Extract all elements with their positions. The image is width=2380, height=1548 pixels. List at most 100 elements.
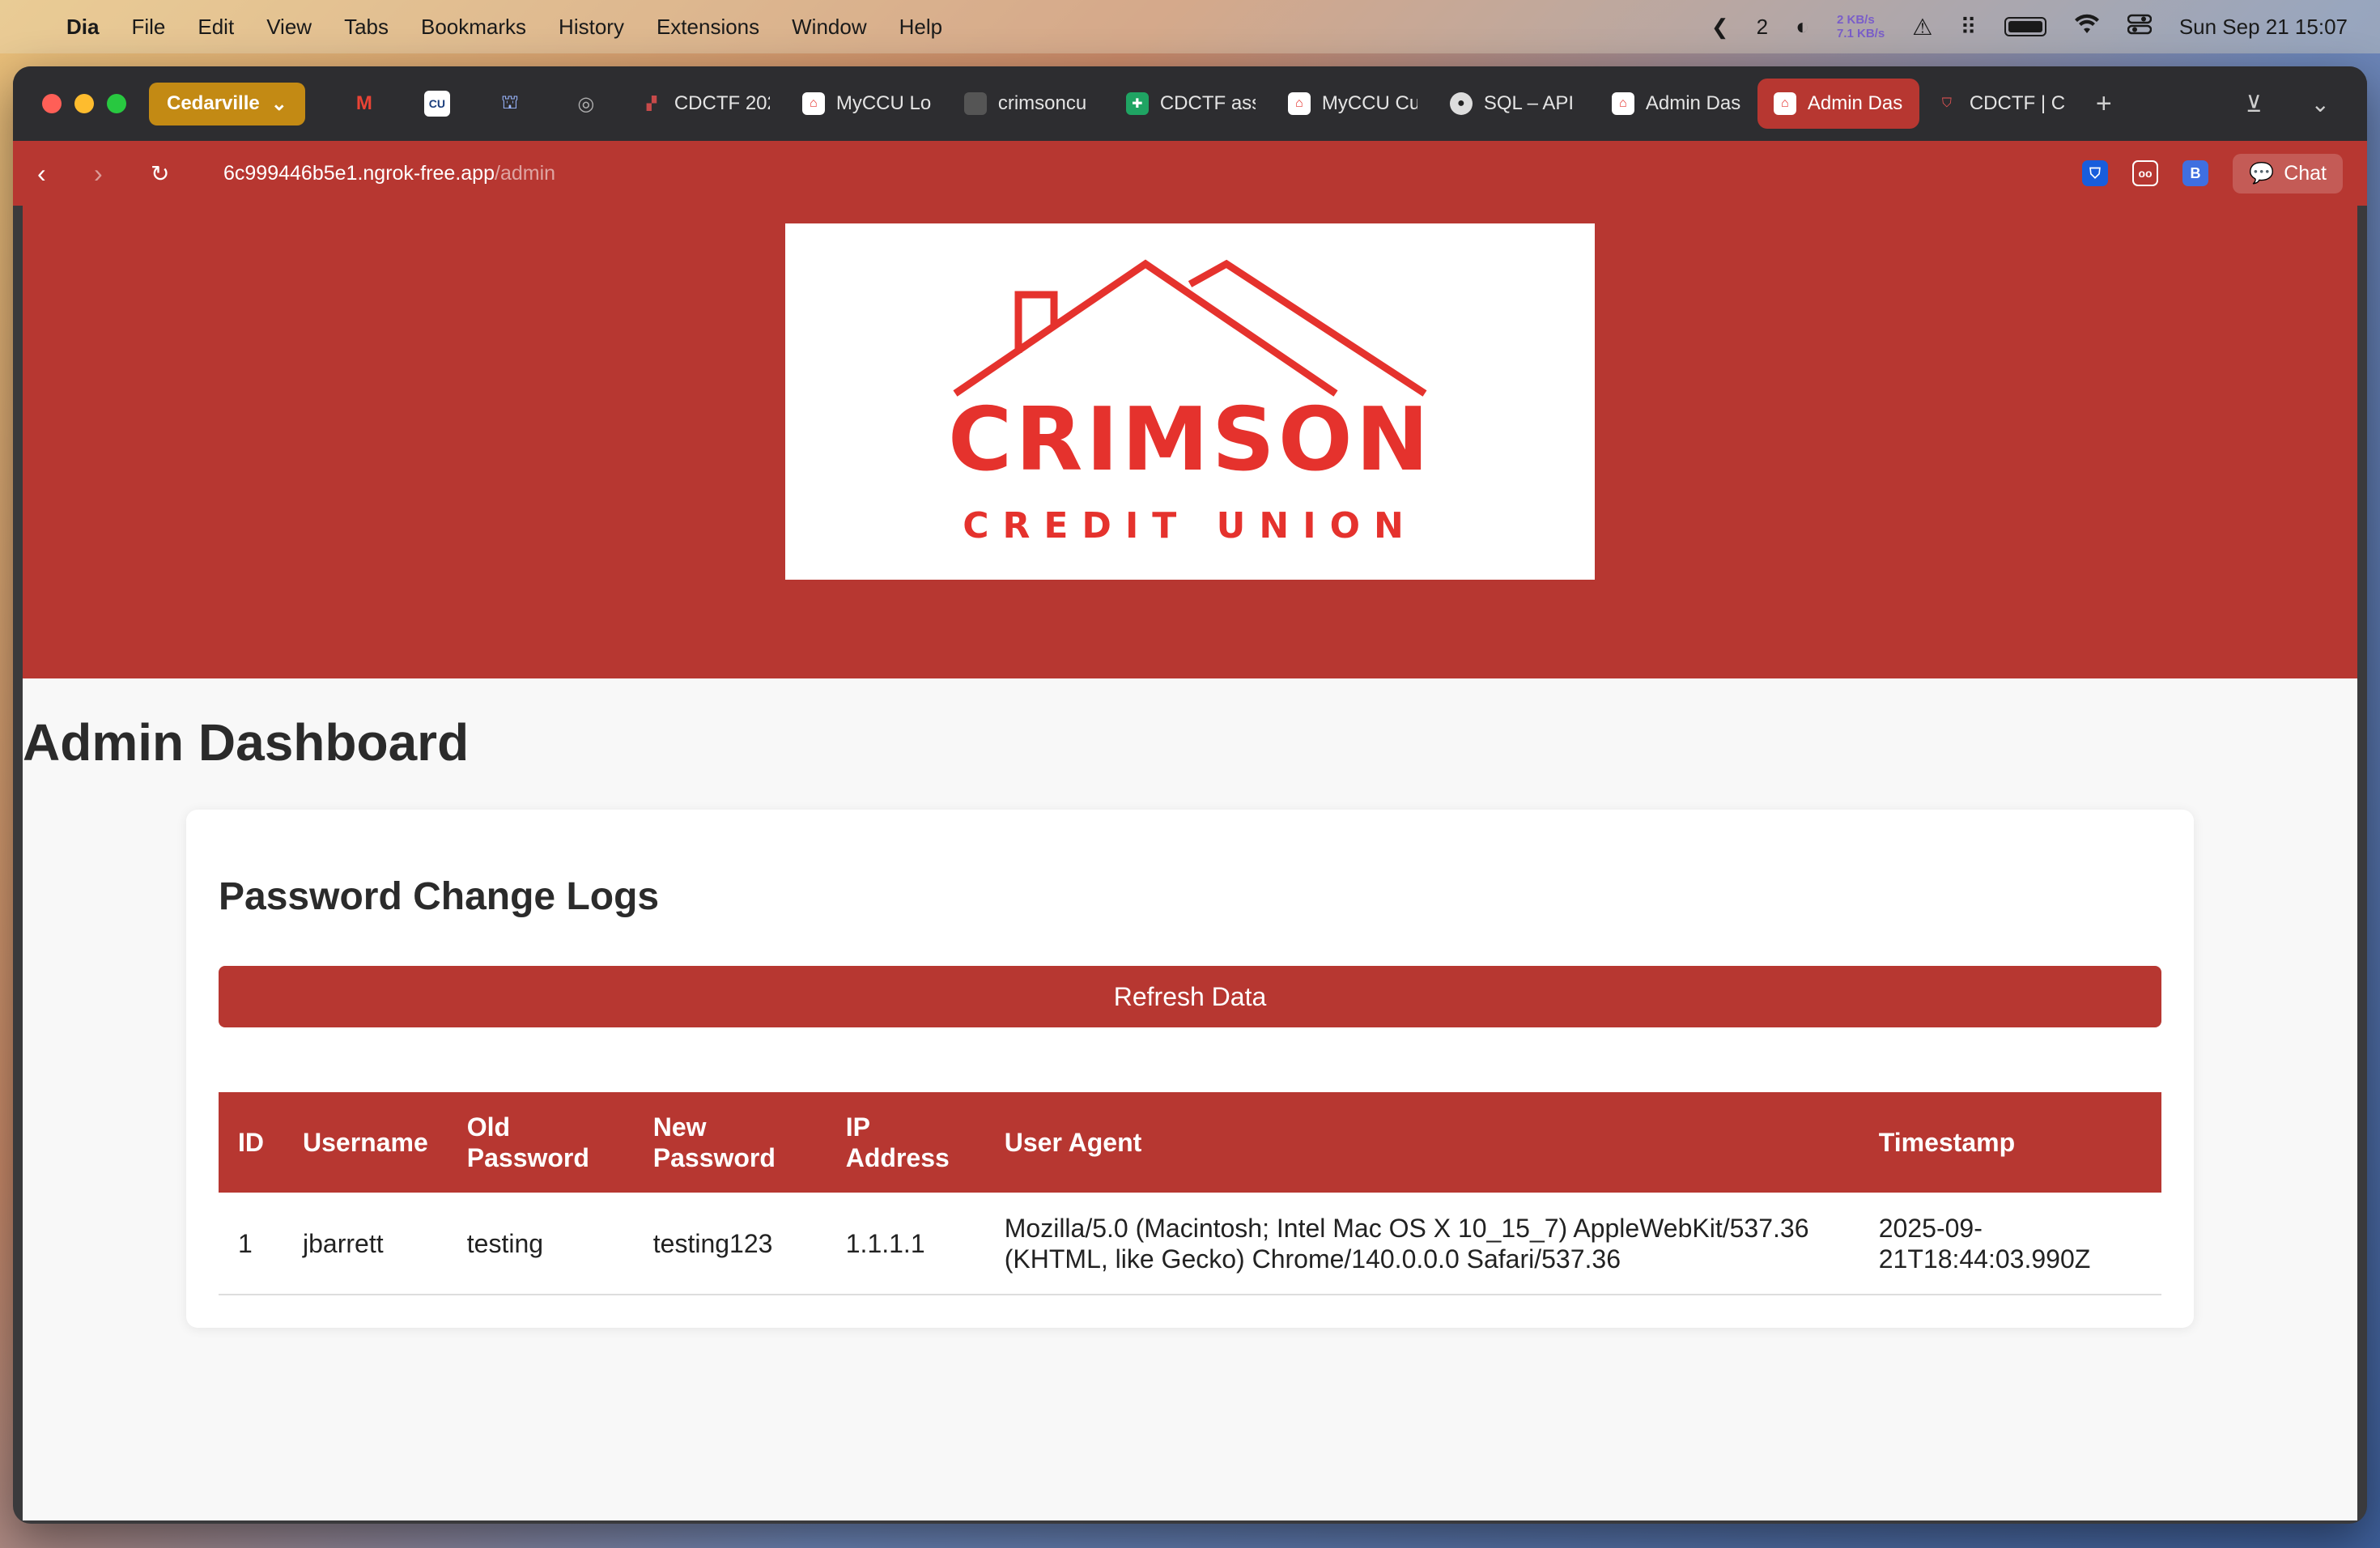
menu-tabs[interactable]: Tabs — [344, 15, 389, 40]
reader-glasses-icon[interactable]: oo — [2132, 160, 2159, 186]
menu-history[interactable]: History — [559, 15, 624, 40]
tab-title: CDCTF assets — [1159, 92, 1256, 114]
close-window-button[interactable] — [42, 94, 62, 113]
tab-title: SQL – API — [1483, 92, 1575, 114]
cell-ip-address: 1.1.1.1 — [826, 1193, 985, 1295]
forward-button[interactable]: › — [94, 159, 126, 189]
menu-extensions[interactable]: Extensions — [657, 15, 759, 40]
macos-menubar: Dia File Edit View Tabs Bookmarks Histor… — [0, 0, 2380, 53]
page-icon — [963, 92, 987, 115]
house-roof-icon — [953, 259, 1427, 397]
cell-id: 1 — [219, 1193, 283, 1295]
menu-file[interactable]: File — [131, 15, 165, 40]
hero-banner: CRIMSON CREDIT UNION — [23, 206, 2357, 678]
tab-overflow-chevron-icon[interactable]: ⌄ — [2311, 91, 2330, 117]
tab-crimsoncu[interactable]: crimsoncu — [948, 79, 1110, 129]
tab-bar: Cedarville ⌄ M CU ⛫ ◎ ▞ CDCTF 2025 ⌂ MyC… — [13, 66, 2367, 141]
gmail-icon[interactable]: M — [348, 87, 380, 120]
warning-icon[interactable]: ⚠ — [1912, 14, 1932, 40]
tab-cdctf-ctf[interactable]: ⛉ CDCTF | CTF — [1919, 79, 2081, 129]
tab-admin-dashboard[interactable]: ⌂ Admin Dashboard — [1596, 79, 1757, 129]
download-icon[interactable]: ⊻ — [2246, 91, 2263, 117]
password-logs-table: ID Username Old Password New Password IP… — [219, 1092, 2161, 1295]
contrast-icon[interactable]: ◐ — [1796, 14, 1809, 40]
status-chevron-icon[interactable]: ❮ — [1711, 15, 1729, 40]
crimson-icon: ⌂ — [1611, 92, 1634, 115]
chat-label: Chat — [2284, 161, 2327, 185]
tab-myccu-customers[interactable]: ⌂ MyCCU Customers — [1272, 79, 1434, 129]
cell-old-password: testing — [447, 1193, 634, 1295]
url-path: /admin — [495, 161, 556, 185]
tab-cdctf[interactable]: ▞ CDCTF 2025 — [624, 79, 786, 129]
cell-timestamp: 2025-09-21T18:44:03.990Z — [1859, 1193, 2161, 1295]
table-row[interactable]: 1 jbarrett testing testing123 1.1.1.1 Mo… — [219, 1193, 2161, 1295]
building-icon[interactable]: ⛫ — [494, 87, 526, 120]
wifi-icon[interactable] — [2074, 14, 2100, 40]
minimize-window-button[interactable] — [74, 94, 94, 113]
col-header-id[interactable]: ID — [219, 1092, 283, 1193]
url-host: 6c999446b5e1.ngrok-free.app — [223, 161, 495, 185]
tab-title: Admin Dashboard — [1645, 92, 1741, 114]
table-header-row: ID Username Old Password New Password IP… — [219, 1092, 2161, 1193]
cell-new-password: testing123 — [633, 1193, 827, 1295]
menu-edit[interactable]: Edit — [198, 15, 234, 40]
col-header-timestamp[interactable]: Timestamp — [1859, 1092, 2161, 1193]
logo-wordmark: CRIMSON — [947, 389, 1433, 491]
page-viewport: CRIMSON CREDIT UNION Admin Dashboard Pas… — [23, 206, 2357, 1520]
shield-icon: ⛉ — [1941, 96, 1952, 110]
col-header-user-agent[interactable]: User Agent — [985, 1092, 1859, 1193]
chat-bubble-icon: 💬 — [2249, 161, 2275, 185]
tab-title: CDCTF | CTF — [1969, 92, 2065, 114]
refresh-data-button[interactable]: Refresh Data — [219, 966, 2161, 1027]
menu-app-dia[interactable]: Dia — [66, 15, 99, 40]
sql-icon: ● — [1449, 92, 1473, 115]
crimson-logo[interactable]: CRIMSON CREDIT UNION — [785, 223, 1595, 580]
clock[interactable]: Sun Sep 21 15:07 — [2179, 15, 2348, 40]
password-logs-card: Password Change Logs Refresh Data ID Use… — [186, 810, 2194, 1328]
col-header-ip-address[interactable]: IP Address — [827, 1092, 985, 1193]
menu-window[interactable]: Window — [792, 15, 866, 40]
col-header-username[interactable]: Username — [283, 1092, 448, 1193]
new-tab-button[interactable]: + — [2096, 88, 2112, 120]
crimson-icon: ⌂ — [801, 92, 825, 115]
chevron-down-icon: ⌄ — [270, 92, 287, 115]
tab-title: Admin Dashboard — [1807, 92, 1903, 114]
control-center-icon[interactable] — [2127, 14, 2153, 40]
tab-cdctf-assets[interactable]: ✚ CDCTF assets — [1110, 79, 1272, 129]
window-controls — [42, 94, 126, 113]
card-title: Password Change Logs — [219, 875, 660, 918]
logo-tagline: CREDIT UNION — [963, 505, 1417, 546]
status-count[interactable]: 2 — [1757, 15, 1768, 40]
bitwarden-icon[interactable]: ⛉ — [2082, 160, 2109, 186]
menu-help[interactable]: Help — [899, 15, 942, 40]
tab-myccu-login[interactable]: ⌂ MyCCU Login — [786, 79, 948, 129]
spiral-icon[interactable]: ◎ — [570, 87, 602, 120]
back-button[interactable]: ‹ — [37, 159, 70, 189]
cell-user-agent: Mozilla/5.0 (Macintosh; Intel Mac OS X 1… — [984, 1193, 1859, 1295]
network-stats[interactable]: 2 KB/s 7.1 KB/s — [1837, 13, 1885, 40]
page-title: Admin Dashboard — [23, 713, 470, 772]
crimson-icon: ⌂ — [1287, 92, 1311, 115]
zoom-window-button[interactable] — [107, 94, 126, 113]
menu-view[interactable]: View — [266, 15, 312, 40]
profile-switcher[interactable]: Cedarville ⌄ — [149, 82, 305, 125]
battery-icon[interactable] — [2004, 17, 2046, 36]
net-upload: 2 KB/s — [1836, 13, 1875, 27]
tab-sql-api[interactable]: ● SQL – API — [1434, 79, 1596, 129]
crimson-icon: ⌂ — [1773, 92, 1796, 115]
tab-admin-dashboard-active[interactable]: ⌂ Admin Dashboard — [1757, 79, 1919, 129]
menu-bookmarks[interactable]: Bookmarks — [421, 15, 526, 40]
dots-grid-icon[interactable]: ⠿ — [1960, 14, 1977, 40]
reload-icon[interactable]: ↻ — [151, 160, 183, 187]
tab-title: MyCCU Customers — [1321, 92, 1417, 114]
tab-title: CDCTF 2025 — [674, 92, 770, 114]
extension-b-icon[interactable]: B — [2182, 160, 2209, 186]
cell-username: jbarrett — [283, 1193, 448, 1295]
col-header-old-password[interactable]: Old Password — [448, 1092, 634, 1193]
chat-button[interactable]: 💬 Chat — [2233, 153, 2343, 194]
url-field[interactable]: 6c999446b5e1.ngrok-free.app/admin — [223, 162, 555, 185]
tab-title: crimsoncu — [997, 92, 1087, 114]
col-header-new-password[interactable]: New Password — [634, 1092, 827, 1193]
cu-icon[interactable]: CU — [423, 91, 450, 117]
ctf-icon: ▞ — [646, 97, 657, 111]
